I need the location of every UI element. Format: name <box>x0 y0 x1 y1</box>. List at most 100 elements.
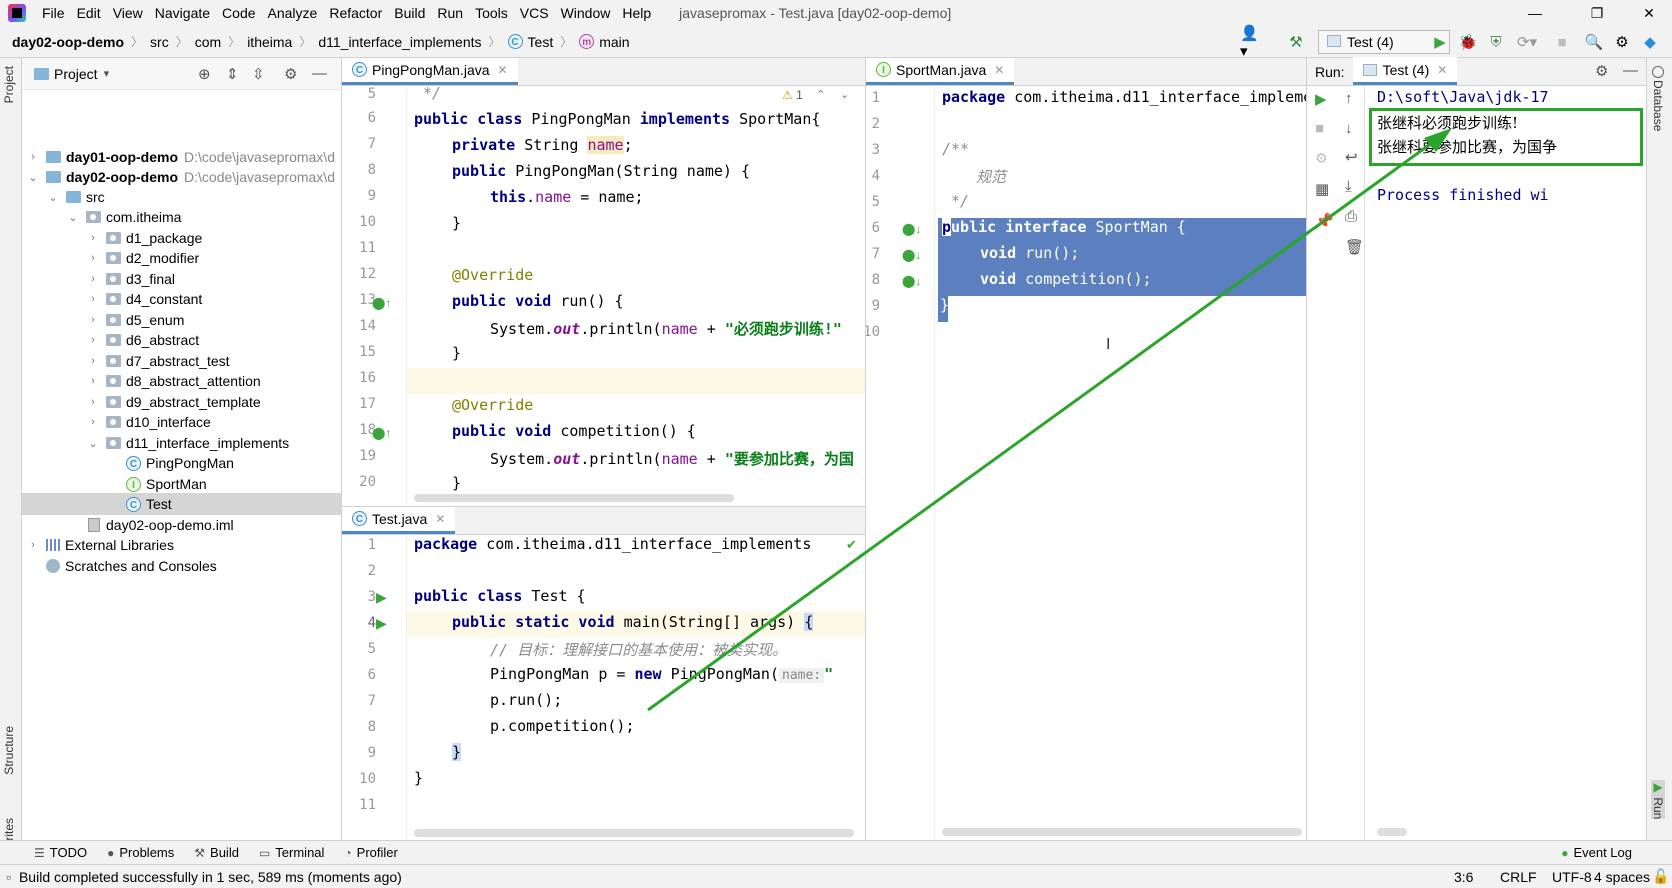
tree-item-d7[interactable]: › d7_abstract_test <box>86 350 229 372</box>
run-icon[interactable]: ▶ <box>1430 32 1450 52</box>
tree-item-day02[interactable]: ⌄ day02-oop-demo D:\code\javasepromax\d <box>26 166 342 188</box>
tree-item-d10[interactable]: › d10_interface <box>86 411 211 433</box>
menu-build[interactable]: Build <box>388 5 431 21</box>
locate-icon[interactable]: ⊕ <box>198 65 211 83</box>
code-area[interactable]: 5 6 7 8 9 10 11 12 13 14 15 16 17 18 19 … <box>342 84 865 506</box>
implemented-icon[interactable]: ⬤↓ <box>902 222 921 236</box>
caret-position[interactable]: 3:6 <box>1454 869 1473 885</box>
tab-sportman[interactable]: I SportMan.java ✕ <box>866 58 1015 85</box>
minimize-icon[interactable]: — <box>1512 0 1558 26</box>
horizontal-scrollbar[interactable] <box>1377 828 1407 836</box>
build-tool-button[interactable]: ⚒ Build <box>194 845 239 860</box>
search-icon[interactable]: 🔍 <box>1584 32 1604 52</box>
coverage-icon[interactable]: ⛨ <box>1486 32 1506 52</box>
horizontal-scrollbar[interactable] <box>942 828 1302 836</box>
user-icon[interactable]: 👤▾ <box>1240 25 1266 60</box>
tree-item-d11[interactable]: ⌄ d11_interface_implements <box>86 432 289 454</box>
database-tool-tab[interactable]: Database <box>1651 66 1665 131</box>
indent-setting[interactable]: 4 spaces <box>1594 869 1650 885</box>
breadcrumb-src[interactable]: src <box>150 34 169 50</box>
breadcrumb-package[interactable]: d11_interface_implements <box>318 34 481 50</box>
tree-item-sportman[interactable]: I SportMan <box>126 473 207 495</box>
close-icon[interactable]: ✕ <box>498 63 508 77</box>
event-log-button[interactable]: ● Event Log <box>1561 845 1632 860</box>
gear-icon[interactable]: ⚙ <box>1612 32 1632 52</box>
status-icon[interactable]: ▫ <box>6 869 11 885</box>
tree-item-d9[interactable]: › d9_abstract_template <box>86 391 260 413</box>
tree-item-external-libraries[interactable]: › External Libraries <box>26 534 174 556</box>
menu-analyze[interactable]: Analyze <box>262 5 324 21</box>
menu-edit[interactable]: Edit <box>71 5 107 21</box>
implemented-icon[interactable]: ⬤↓ <box>902 248 921 262</box>
gear-icon[interactable]: ⚙ <box>284 65 297 83</box>
hide-icon[interactable]: — <box>1623 62 1638 79</box>
tree-item-d1[interactable]: › d1_package <box>86 227 202 249</box>
next-highlight-icon[interactable]: ⌄ <box>840 88 849 101</box>
menu-tools[interactable]: Tools <box>469 5 514 21</box>
line-separator[interactable]: CRLF <box>1500 869 1537 885</box>
breadcrumb-project[interactable]: day02-oop-demo <box>12 34 124 50</box>
close-icon[interactable]: ✕ <box>994 63 1004 77</box>
soft-wrap-icon[interactable]: ↩ <box>1345 148 1358 166</box>
tree-item-com-itheima[interactable]: ⌄ com.itheima <box>66 206 181 228</box>
prev-highlight-icon[interactable]: ⌃ <box>816 88 825 101</box>
implemented-icon[interactable]: ⬤↓ <box>902 274 921 288</box>
menu-vcs[interactable]: VCS <box>514 5 555 21</box>
tree-item-d2[interactable]: › d2_modifier <box>86 247 199 269</box>
menu-run[interactable]: Run <box>431 5 469 21</box>
console-output[interactable]: D:\soft\Java\jdk-17 张继科必须跑步训练! 张继科要参加比赛，… <box>1365 86 1647 840</box>
tree-item-d4[interactable]: › d4_constant <box>86 288 202 310</box>
tree-item-iml[interactable]: day02-oop-demo.iml <box>66 514 234 536</box>
tab-pingpongman[interactable]: C PingPongMan.java ✕ <box>342 58 518 85</box>
tree-item-scratches[interactable]: Scratches and Consoles <box>26 555 217 577</box>
tree-item-day01[interactable]: › day01-oop-demo D:\code\javasepromax\d <box>26 146 342 168</box>
restore-layout-icon[interactable]: ⚙ <box>1315 150 1328 167</box>
breadcrumb-itheima[interactable]: itheima <box>247 34 292 50</box>
project-view-title[interactable]: Project <box>54 66 98 82</box>
tree-item-pingpongman[interactable]: C PingPongMan <box>126 452 234 474</box>
profile-icon[interactable]: ⟳▾ <box>1512 32 1542 52</box>
tree-item-test[interactable]: C Test <box>22 493 342 515</box>
run-tool-tab[interactable]: ▶ Run <box>1651 780 1665 820</box>
layout-icon[interactable]: ▦ <box>1315 180 1329 198</box>
menu-window[interactable]: Window <box>555 5 617 21</box>
tree-item-d3[interactable]: › d3_final <box>86 268 175 290</box>
breadcrumb-com[interactable]: com <box>195 34 221 50</box>
close-icon[interactable]: ✕ <box>1626 0 1672 26</box>
close-icon[interactable]: ✕ <box>435 512 445 526</box>
expand-all-icon[interactable]: ⇕ <box>226 65 239 83</box>
hammer-icon[interactable]: ⚒ <box>1286 32 1306 52</box>
implements-icon[interactable]: ⬤↑ <box>372 426 391 440</box>
collapse-all-icon[interactable]: ⇳ <box>252 65 265 83</box>
debug-icon[interactable]: 🐞 <box>1458 32 1478 52</box>
gear-icon[interactable]: ⚙ <box>1595 62 1608 80</box>
print-icon[interactable]: ⎙ <box>1345 208 1357 225</box>
trash-icon[interactable]: 🗑 <box>1345 238 1364 256</box>
restore-icon[interactable]: ❐ <box>1574 0 1620 26</box>
run-gutter-icon[interactable]: ▶ <box>376 589 387 606</box>
menu-view[interactable]: View <box>107 5 149 21</box>
pin-icon[interactable]: 📌 <box>1315 212 1334 230</box>
code-area[interactable]: 1 2 3 4 5 6 7 8 9 10 ⬤↓ ⬤↓ ⬤↓ package co… <box>866 86 1306 840</box>
code-area[interactable]: 1 2 3 4 5 6 7 8 9 10 11 ▶ ▶ ✔ package co… <box>342 535 865 840</box>
tab-test[interactable]: C Test.java ✕ <box>342 507 456 534</box>
tree-item-src[interactable]: ⌄ src <box>46 186 104 208</box>
menu-file[interactable]: File <box>36 5 71 21</box>
stop-icon[interactable]: ■ <box>1552 32 1572 52</box>
breadcrumb-class[interactable]: Test <box>528 34 554 50</box>
profiler-tool-button[interactable]: ◔ Profiler <box>344 845 397 860</box>
breadcrumb-method[interactable]: main <box>599 34 629 50</box>
close-icon[interactable]: ✕ <box>1437 63 1447 77</box>
rerun-icon[interactable]: ▶ <box>1315 90 1327 108</box>
terminal-tool-button[interactable]: ▭ Terminal <box>259 845 324 860</box>
down-arrow-icon[interactable]: ↓ <box>1345 120 1353 137</box>
horizontal-scrollbar[interactable] <box>414 494 734 502</box>
hide-icon[interactable]: — <box>312 65 327 82</box>
scroll-end-icon[interactable]: ⤓ <box>1345 178 1352 195</box>
run-tab-test[interactable]: Test (4) ✕ <box>1352 57 1458 85</box>
tree-item-d8[interactable]: › d8_abstract_attention <box>86 370 261 392</box>
warning-icon[interactable]: ⚠ 1 <box>782 88 803 102</box>
structure-tool-tab[interactable]: Structure <box>2 726 16 775</box>
status-message[interactable]: Build completed successfully in 1 sec, 5… <box>19 869 402 885</box>
up-arrow-icon[interactable]: ↑ <box>1345 90 1353 107</box>
